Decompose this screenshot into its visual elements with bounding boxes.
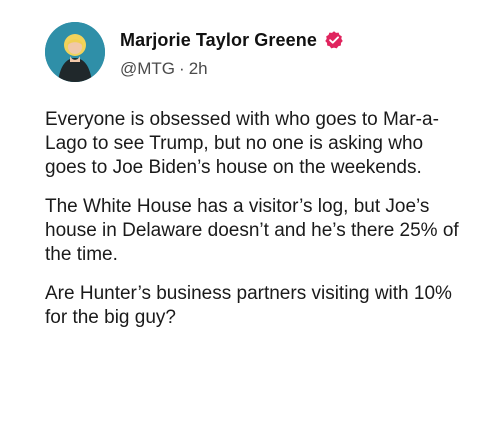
author-name[interactable]: Marjorie Taylor Greene xyxy=(120,30,317,51)
meta-separator: · xyxy=(179,59,185,78)
post-paragraph-2: The White House has a visitor’s log, but… xyxy=(45,196,459,265)
post-header: Marjorie Taylor Greene @MTG · 2h xyxy=(45,22,465,82)
post-paragraph-3: Are Hunter’s business partners visiting … xyxy=(45,283,452,328)
profile-photo-icon xyxy=(45,22,105,82)
social-post: Marjorie Taylor Greene @MTG · 2h Everyon… xyxy=(0,0,500,428)
post-body: Everyone is obsessed with who goes to Ma… xyxy=(45,108,465,345)
verified-badge-icon xyxy=(324,30,344,50)
avatar[interactable] xyxy=(45,22,105,82)
author-handle[interactable]: @MTG xyxy=(120,59,175,79)
author-meta: @MTG · 2h xyxy=(120,58,208,80)
post-paragraph-1: Everyone is obsessed with who goes to Ma… xyxy=(45,109,439,178)
post-time[interactable]: 2h xyxy=(189,59,208,79)
author-row: Marjorie Taylor Greene xyxy=(120,28,344,52)
